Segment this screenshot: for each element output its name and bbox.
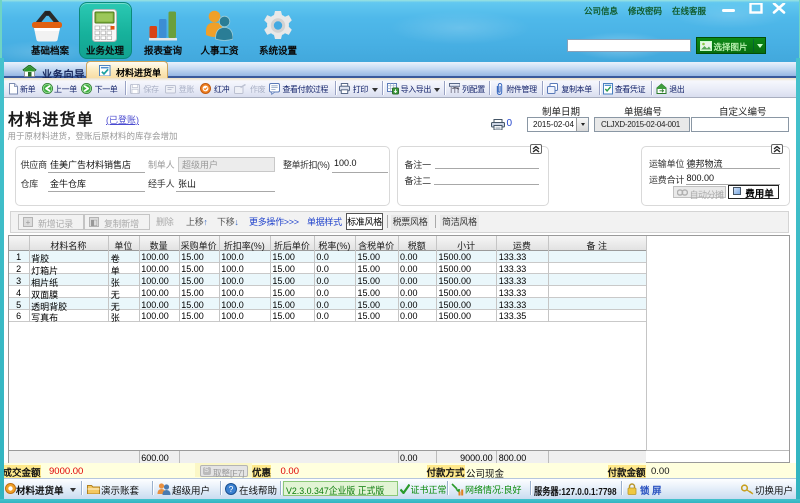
- svg-text:?: ?: [229, 484, 234, 494]
